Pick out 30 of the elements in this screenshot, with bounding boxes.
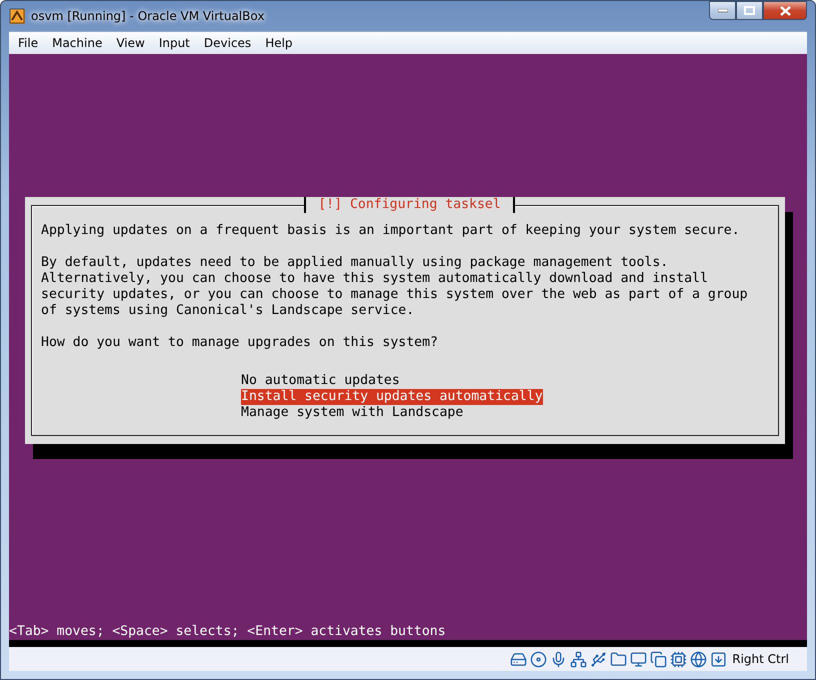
minimize-icon [718, 8, 728, 12]
key-hint: <Tab> moves; <Space> selects; <Enter> activates buttons [9, 624, 446, 640]
dialog-text: How do you want to manage upgrades on this system? [41, 335, 439, 351]
window-title: osvm [Running] - Oracle VM VirtualBox [31, 9, 266, 23]
dialog-title: [!] Configuring tasksel [304, 197, 515, 213]
network-icon[interactable] [570, 650, 588, 668]
disc-icon[interactable] [530, 650, 548, 668]
chip-icon[interactable] [670, 650, 688, 668]
option-item[interactable]: Manage system with Landscape [241, 405, 464, 421]
menu-item[interactable]: Input [152, 36, 197, 50]
option-item[interactable]: Install security updates automatically [241, 389, 543, 405]
menu-item[interactable]: File [11, 36, 46, 50]
option-item[interactable]: No automatic updates [241, 373, 400, 389]
minimize-button[interactable] [709, 1, 736, 20]
close-button[interactable] [763, 1, 807, 20]
folder-icon[interactable] [610, 650, 628, 668]
globe-icon[interactable] [690, 650, 708, 668]
menu-item[interactable]: View [109, 36, 152, 50]
dialog-text: By default, updates need to be applied manually using package management tools. Alternatively, you can choose to have this system automatically download and install security updates, or you can choose to manage this system over the web as part of a group of systems using Canonical's Landscape service. [41, 255, 749, 319]
menu-item[interactable]: Devices [196, 36, 258, 50]
menu-item[interactable]: Help [258, 36, 300, 50]
maximize-icon [744, 6, 755, 15]
monitor-icon[interactable] [630, 650, 648, 668]
app-icon [9, 8, 25, 24]
menu-item[interactable]: Machine [45, 36, 110, 50]
usb-icon[interactable] [590, 650, 608, 668]
close-icon [780, 6, 790, 16]
host-key-label: Right Ctrl [732, 652, 789, 666]
dialog-text: Applying updates on a frequent basis is an important part of keeping your system secure. [41, 223, 741, 239]
maximize-button[interactable] [736, 1, 763, 20]
